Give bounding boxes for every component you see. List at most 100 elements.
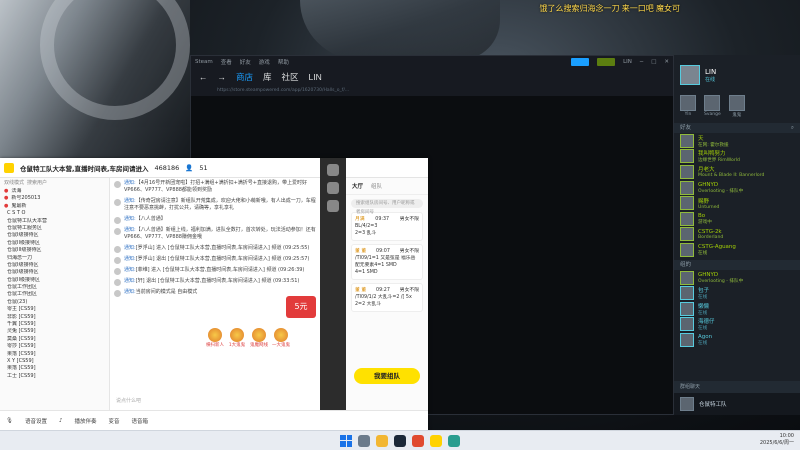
channel-row[interactable]: 果落 [CS59]: [0, 365, 109, 372]
channel-row[interactable]: 仓鼠(23): [0, 299, 109, 306]
nav-profile[interactable]: LIN: [309, 72, 322, 82]
system-clock[interactable]: 10:00 2025/6/6/周一: [760, 433, 794, 447]
team-card[interactable]: 董 董 09:27 男女不限/TI09/1/2 大乱斗=2 /[ 5x 2=2 大乱斗: [351, 283, 423, 312]
channel-row[interactable]: 零莎 [CS59]: [0, 343, 109, 350]
chat-input[interactable]: 说点什么吧: [116, 397, 306, 404]
search-users-label[interactable]: 搜索用户: [27, 178, 47, 188]
minimize-icon[interactable]: ─: [640, 59, 643, 65]
channel-row[interactable]: 仓鼠I级接待区: [0, 262, 109, 269]
team-card[interactable]: 董 董 09:07 男女不限/TI09/1=1 又是弦是 福乐岳配无要素4=1 SM…: [351, 244, 423, 280]
nav-store[interactable]: 商店: [236, 71, 253, 83]
nav-community[interactable]: 社区: [282, 71, 299, 83]
yy-icon[interactable]: [430, 434, 442, 447]
team-card[interactable]: 月满 09:37 男女不限 BL/4/2=3 2=3 乱斗: [351, 212, 423, 241]
nav-library[interactable]: 库: [263, 71, 272, 83]
group-section-header[interactable]: 组的: [674, 259, 800, 270]
steam-menu-view[interactable]: 查看: [221, 58, 232, 66]
recent-player[interactable]: 鬼鬼: [728, 95, 745, 121]
channel-row[interactable]: 非影 [CS59]: [0, 314, 109, 321]
mic-icon[interactable]: 🎙: [6, 418, 13, 424]
steam-user-menu[interactable]: LIN: [623, 59, 632, 65]
channel-row[interactable]: ● 新号205013: [0, 195, 109, 202]
announce-button[interactable]: [571, 58, 590, 66]
search-icon[interactable]: [358, 434, 370, 447]
file-explorer-icon[interactable]: [376, 434, 388, 447]
gift-item[interactable]: 鬼魔网线: [250, 328, 268, 348]
home-icon[interactable]: [327, 164, 339, 176]
channel-row[interactable]: ● 法海: [0, 188, 109, 195]
channel-row[interactable]: 零主 [CS59]: [0, 306, 109, 313]
channel-row[interactable]: 仓鼠工作团区: [0, 291, 109, 298]
channel-row[interactable]: 仓鼠工作团区: [0, 284, 109, 291]
play-accompaniment-button[interactable]: 播放伴奏: [75, 417, 97, 425]
group-chat-bar[interactable]: 群组聊天: [674, 381, 800, 393]
channel-row[interactable]: 仓鼠III级接待区: [0, 247, 109, 254]
friend-row[interactable]: 天在网: 霍尔救援: [674, 133, 800, 149]
maximize-icon[interactable]: □: [651, 59, 656, 65]
voice-change-button[interactable]: 变音: [109, 417, 120, 425]
channel-row[interactable]: ● 鬼最新: [0, 203, 109, 210]
close-icon[interactable]: ✕: [664, 59, 669, 65]
friend-row[interactable]: Agon 在线: [674, 332, 800, 348]
steam-menu-help[interactable]: 帮助: [278, 58, 289, 66]
current-user[interactable]: LIN 在线: [705, 68, 716, 83]
group-chat-item[interactable]: 仓鼠特工队: [674, 393, 800, 415]
gamepad-icon[interactable]: [327, 200, 339, 212]
friend-row[interactable]: 赐野 Unturned: [674, 195, 800, 211]
tab-lobby[interactable]: 大厅: [352, 182, 363, 190]
channel-row[interactable]: 仓鼠I级接待区: [0, 269, 109, 276]
windows-start-icon[interactable]: [340, 434, 352, 447]
channel-row[interactable]: 仓鼠I级接待区: [0, 232, 109, 239]
app-icon[interactable]: [412, 434, 424, 447]
yy-voice-window[interactable]: 仓鼠特工队大本营,直播时间表,车房间请进入 468186 👤 51 双线模式 搜…: [0, 158, 428, 430]
recent-player[interactable]: Yln: [680, 95, 696, 121]
friend-row[interactable]: Bo 游戏中: [674, 211, 800, 227]
friend-row[interactable]: CSTG-2k Borderland: [674, 227, 800, 243]
mode-label[interactable]: 双线模式: [4, 178, 24, 188]
channel-row[interactable]: 果落 [CS59]: [0, 351, 109, 358]
steam-menu-friends[interactable]: 好友: [240, 58, 251, 66]
avatar[interactable]: [680, 65, 700, 85]
music-icon[interactable]: ♪: [59, 418, 63, 424]
channel-row[interactable]: 千翼 [CS59]: [0, 321, 109, 328]
channel-row[interactable]: 归海念一刀: [0, 255, 109, 262]
steam-icon[interactable]: [394, 434, 406, 447]
channel-row[interactable]: 莫桑 [CS59]: [0, 336, 109, 343]
gift-item[interactable]: 一大鬼鬼: [272, 328, 290, 348]
voice-box-button[interactable]: 语音箱: [132, 417, 149, 425]
team-up-button[interactable]: 我要组队: [354, 368, 420, 384]
channel-row[interactable]: 工士 [CS59]: [0, 373, 109, 380]
friend-row[interactable]: 我叫鸭努力 边缘世界 RimWorld: [674, 149, 800, 165]
channel-row[interactable]: C S T O: [0, 210, 109, 217]
voice-settings-button[interactable]: 语音设置: [25, 417, 47, 425]
steam-menu-steam[interactable]: Steam: [195, 59, 213, 65]
channel-row[interactable]: 仓鼠II级接待区: [0, 240, 109, 247]
recent-player[interactable]: Svange: [704, 95, 721, 121]
steam-menu-games[interactable]: 游戏: [259, 58, 270, 66]
team-search-input[interactable]: 搜索组队房间号、用户昵称或者房间号: [351, 199, 423, 215]
back-icon[interactable]: ←: [199, 72, 208, 82]
friend-row[interactable]: 月老大 Mount & Blade II: Bannerlord: [674, 164, 800, 180]
friends-list-window[interactable]: LIN 在线 Yln Svange 鬼鬼 好友 ⌕ 天在网: 霍尔救援 我叫鸭努力…: [674, 55, 800, 415]
channel-row[interactable]: 仓鼠II级接待区: [0, 277, 109, 284]
channel-row[interactable]: X Y [CS59]: [0, 358, 109, 365]
channel-row[interactable]: 仓鼠特工队大本营: [0, 218, 109, 225]
channel-row[interactable]: 仓鼠特工服务区: [0, 225, 109, 232]
gift-item[interactable]: 横扫新人: [206, 328, 224, 348]
forward-icon[interactable]: →: [218, 72, 227, 82]
notification-button[interactable]: [597, 58, 616, 66]
friend-row[interactable]: GHNYD Overlooting - 排队中: [674, 270, 800, 286]
gift-item[interactable]: 1大鬼鬼: [228, 328, 246, 348]
friend-row[interactable]: 包子 在线: [674, 285, 800, 301]
tab-team[interactable]: 组队: [371, 182, 382, 190]
friend-row[interactable]: 海德仔 在线: [674, 317, 800, 333]
friend-row[interactable]: GHNYD Overlooting - 排队中: [674, 180, 800, 196]
browser-icon[interactable]: [448, 434, 460, 447]
channel-row[interactable]: 灵兔 [CS59]: [0, 328, 109, 335]
search-icon[interactable]: ⌕: [791, 123, 794, 133]
friend-row[interactable]: CSTG-Aguang 在线: [674, 242, 800, 258]
steam-url-bar[interactable]: https://store.steampowered.com/app/16207…: [191, 86, 673, 96]
friend-row[interactable]: 懒懒 在线: [674, 301, 800, 317]
red-packet[interactable]: 5元: [286, 296, 316, 318]
friends-section-header[interactable]: 好友 ⌕: [674, 123, 800, 133]
